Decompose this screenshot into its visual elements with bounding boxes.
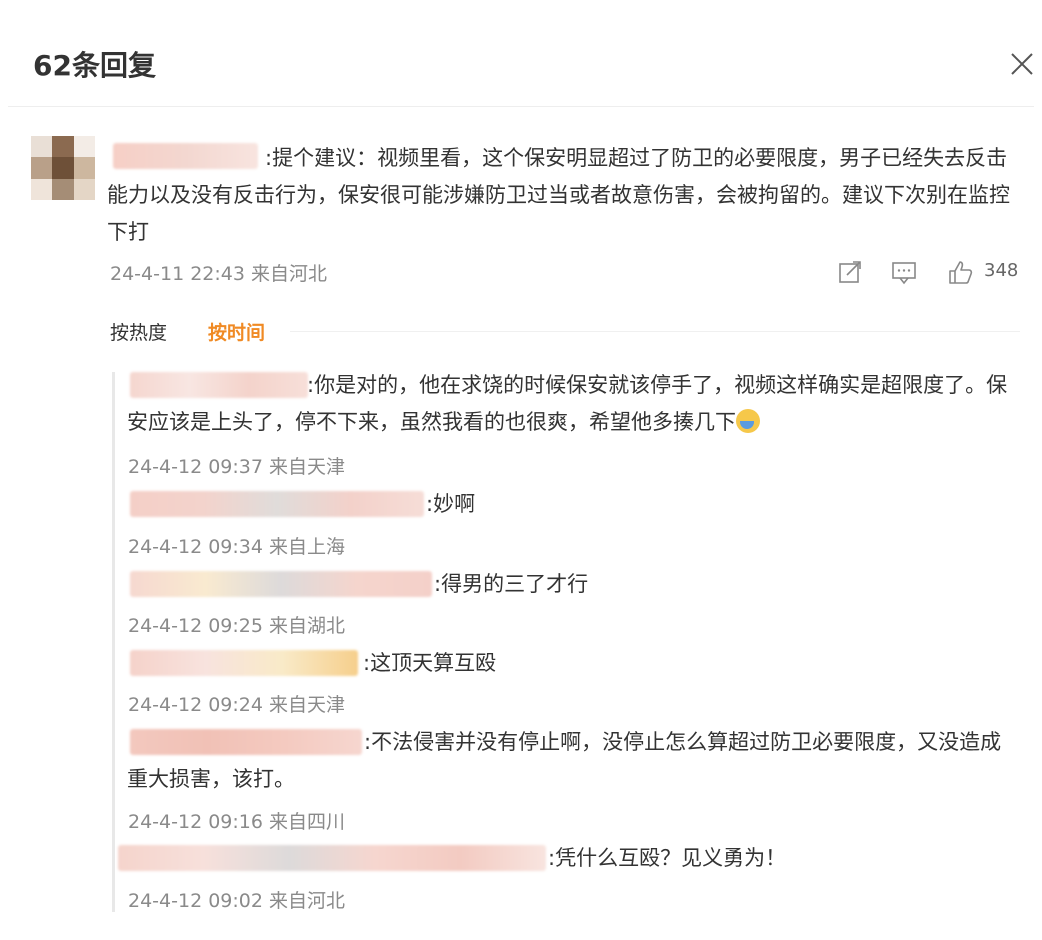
sort-divider [290, 331, 1020, 332]
reply-text: :凭什么互殴？见义勇为！ [548, 846, 787, 870]
reply-meta: 24-4-12 09:34 来自上海 [128, 536, 345, 558]
reply-meta: 24-4-12 09:24 来自天津 [128, 694, 345, 716]
comment-actions: 348 [832, 258, 1032, 288]
close-icon[interactable] [1008, 50, 1036, 78]
main-comment-text: :提个建议：视频里看，这个保安明显超过了防卫的必要限度，男子已经失去反击能力以及… [107, 146, 1010, 244]
reply-text: :不法侵害并没有停止啊，没停止怎么算超过防卫必要限度，又没造成重大损害，该打。 [127, 730, 1002, 791]
avatar[interactable] [31, 136, 95, 200]
main-comment-meta: 24-4-11 22:43 来自河北 [110, 263, 327, 285]
reply-meta: 24-4-12 09:16 来自四川 [128, 811, 345, 833]
sort-hot-tab[interactable]: 按热度 [110, 318, 167, 345]
like-count: 348 [984, 260, 1019, 281]
reply-text: :得男的三了才行 [434, 572, 589, 596]
reply-thread-bar [112, 372, 115, 912]
reply-meta: 24-4-12 09:25 来自湖北 [128, 615, 345, 637]
reply-text: :你是对的，他在求饶的时候保安就该停手了，视频这样确实是超限度了。保安应该是上头… [127, 373, 1008, 434]
reply-meta: 24-4-12 09:02 来自河北 [128, 890, 345, 912]
reply-text: :妙啊 [426, 492, 476, 516]
share-icon[interactable] [836, 258, 864, 286]
reply-text: :这顶天算互殴 [363, 651, 497, 675]
sort-time-tab[interactable]: 按时间 [208, 318, 265, 345]
dialog-header: 62条回复 [0, 0, 1042, 108]
comment-icon[interactable] [890, 258, 918, 286]
reply-meta: 24-4-12 09:37 来自天津 [128, 456, 345, 478]
reply-count-title: 62条回复 [33, 49, 156, 82]
like-icon[interactable] [946, 258, 974, 286]
laugh-cry-emoji-icon [736, 409, 760, 433]
header-divider [8, 106, 1034, 107]
